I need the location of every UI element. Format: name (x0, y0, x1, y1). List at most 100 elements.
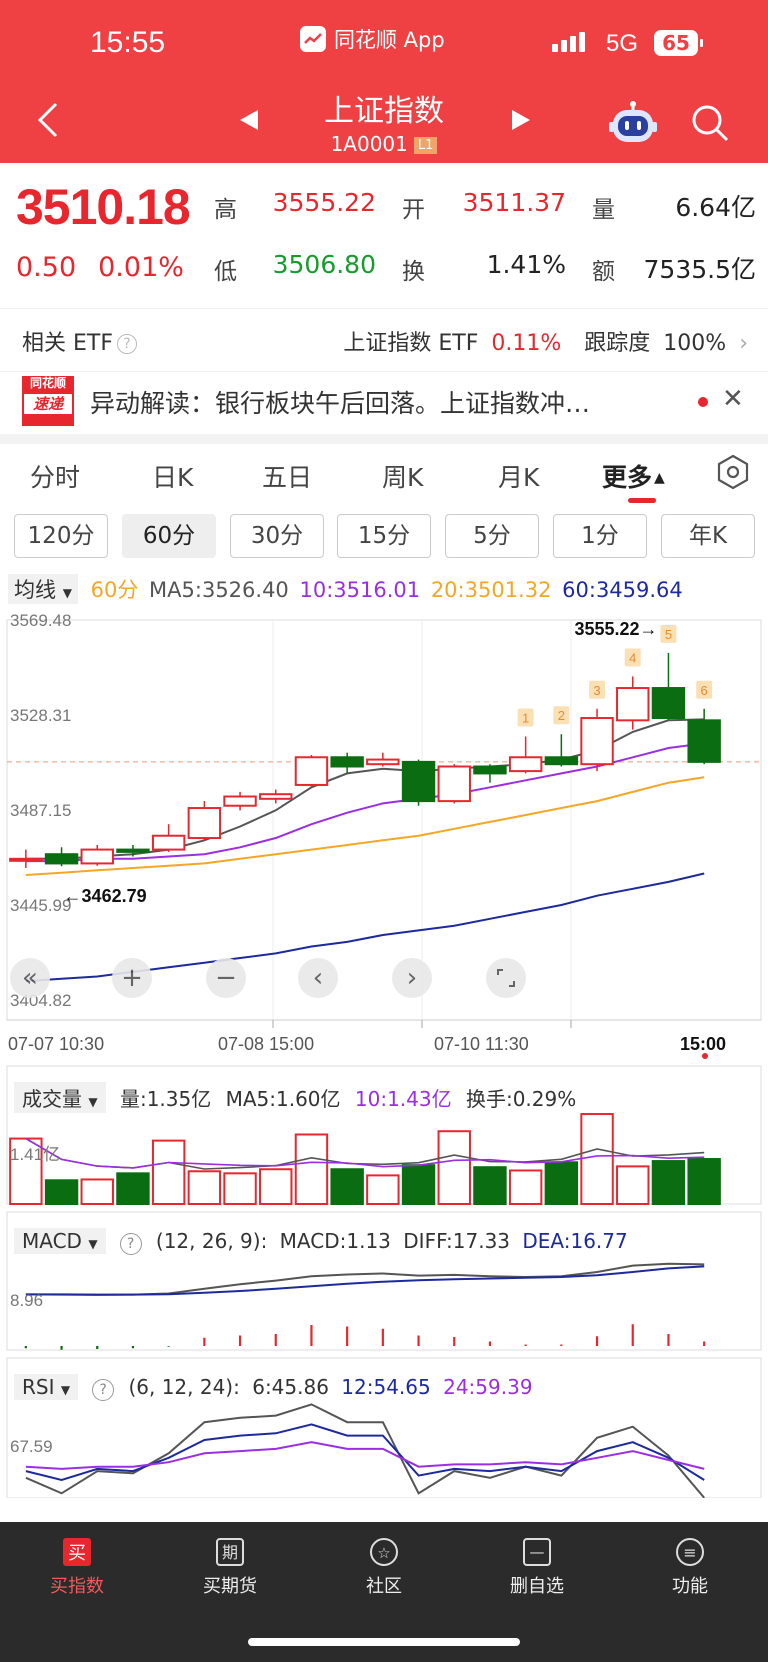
search-icon[interactable] (690, 103, 730, 147)
candle-up (508, 756, 543, 773)
nav-community[interactable]: ☆ 社区 (334, 1536, 434, 1598)
volume-bar-up (187, 1170, 222, 1205)
news-text[interactable]: 异动解读：银行板块午后回落。上证指数冲… (90, 384, 670, 420)
volume-bar-down (544, 1161, 579, 1205)
etf-info: 上证指数 ETF 0.11% 跟踪度 100% › (343, 325, 748, 357)
tab-intraday[interactable]: 分时 (30, 458, 80, 494)
volume-bar-up (80, 1178, 114, 1206)
volume-bar-up (366, 1174, 400, 1206)
rsi-selector[interactable]: RSI ▼ (14, 1374, 79, 1400)
home-indicator (248, 1638, 520, 1646)
help-icon[interactable]: ? (119, 1233, 142, 1255)
futures-icon: 期 (214, 1536, 246, 1568)
y-tick-label: 3445.99 (10, 896, 71, 915)
tab-monthly-k[interactable]: 月K (498, 458, 539, 494)
unread-dot (698, 397, 708, 407)
scroll-left-icon[interactable]: ‹ (298, 958, 338, 998)
track-label: 跟踪度 (584, 331, 651, 356)
current-price: 3510.18 (16, 179, 191, 235)
period-15min[interactable]: 15分 (337, 514, 431, 558)
macd-legend: MACD ▼? (12, 26, 9): MACD:1.13 DIFF:17.3… (14, 1228, 628, 1255)
volume-ma5: MA5:1.60亿 (225, 1087, 341, 1111)
app-logo-icon (300, 26, 326, 52)
collapse-left-icon[interactable]: « (10, 958, 50, 998)
chart-tabs: 分时 日K 五日 周K 月K 更多 ▲ (0, 446, 768, 506)
candle-down (544, 756, 579, 766)
nav-buy-futures-label: 买期货 (203, 1576, 257, 1597)
next-index-button[interactable] (510, 108, 532, 136)
candle-down (330, 756, 364, 768)
period-60min[interactable]: 60分 (122, 514, 216, 558)
candle-down (44, 853, 79, 865)
period-30min[interactable]: 30分 (230, 514, 324, 558)
tab-more[interactable]: 更多 ▲ (602, 458, 665, 494)
volume-selector[interactable]: 成交量 ▼ (14, 1082, 106, 1113)
volume-bar-down (401, 1164, 436, 1206)
candle-up (366, 758, 400, 766)
chevron-right-icon: › (739, 331, 748, 356)
rsi6-value: 6:45.86 (252, 1375, 329, 1399)
status-time: 15:55 (90, 26, 166, 59)
candle-up (223, 795, 257, 807)
close-icon[interactable]: ✕ (722, 384, 744, 414)
k-line-chart[interactable]: 3569.483528.313487.153445.993404.821 2345… (0, 598, 768, 1498)
event-marker-label: 2 (558, 708, 565, 723)
volume-bar-down (330, 1168, 364, 1205)
period-5min[interactable]: 5分 (445, 514, 539, 558)
volume-value: 6.64亿 (675, 193, 756, 222)
help-icon[interactable]: ? (92, 1379, 115, 1401)
max-price-annotation: 3555.22→ (574, 619, 657, 639)
nav-buy-index-label: 买指数 (50, 1576, 104, 1597)
diff-value: DIFF:17.33 (403, 1229, 511, 1253)
volume-bar-down (687, 1158, 721, 1205)
news-logo-bottom: 速递 (24, 394, 72, 414)
candle-up (151, 834, 186, 851)
tab-five-day[interactable]: 五日 (262, 458, 312, 494)
nav-remove-watchlist[interactable]: — 删自选 (487, 1536, 587, 1598)
macd-diff-line (25, 1262, 705, 1296)
help-icon[interactable]: ? (117, 334, 137, 354)
tab-weekly-k[interactable]: 周K (382, 458, 423, 494)
volume-tick-label: 1.41亿 (10, 1145, 60, 1164)
settings-icon[interactable] (716, 454, 750, 494)
high-value: 3555.22 (272, 188, 376, 217)
index-code-text: 1A0001 (330, 132, 408, 156)
fullscreen-icon[interactable] (486, 958, 526, 998)
news-ticker[interactable]: 同花顺 速递 异动解读：银行板块午后回落。上证指数冲… ✕ (0, 372, 768, 434)
related-etf-row[interactable]: 相关 ETF? 上证指数 ETF 0.11% 跟踪度 100% › (0, 308, 768, 372)
nav-buy-futures[interactable]: 期 买期货 (180, 1536, 280, 1598)
volume-bar-up (580, 1113, 614, 1205)
tab-more-label: 更多 (602, 463, 653, 492)
candle-down (116, 848, 150, 853)
candle-up (9, 857, 43, 862)
volume-bar-up (259, 1168, 293, 1205)
candle-up (580, 717, 614, 766)
community-icon-glyph: ☆ (377, 1544, 390, 1562)
rsi-params: (6, 12, 24): (128, 1375, 240, 1399)
amount-value: 7535.5亿 (643, 255, 756, 284)
zoom-in-icon[interactable]: + (112, 958, 152, 998)
y-tick-label: 3569.48 (10, 611, 71, 630)
period-year-k[interactable]: 年K (661, 514, 755, 558)
zoom-out-icon[interactable]: − (206, 958, 246, 998)
nav-buy-index[interactable]: 买 买指数 (27, 1536, 127, 1598)
period-120min[interactable]: 120分 (14, 514, 108, 558)
change-value: 0.50 (16, 252, 77, 283)
volume-current: 量:1.35亿 (119, 1087, 212, 1111)
macd-selector[interactable]: MACD ▼ (14, 1228, 106, 1254)
period-1min[interactable]: 1分 (553, 514, 647, 558)
assistant-robot-icon[interactable] (608, 100, 658, 148)
event-marker-label: 6 (701, 683, 708, 698)
open-value: 3511.37 (462, 188, 566, 217)
app-name: 同花顺 App (334, 28, 445, 52)
volume-bar-up (223, 1172, 257, 1205)
tab-daily-k[interactable]: 日K (152, 458, 193, 494)
scroll-right-icon[interactable]: › (392, 958, 432, 998)
low-label: 低 (214, 259, 237, 285)
dea-value: DEA:16.77 (522, 1229, 628, 1253)
ma20-line (25, 776, 705, 876)
volume-bar-down (651, 1160, 686, 1205)
rsi24-line (25, 1441, 705, 1470)
rsi6-line (25, 1403, 705, 1498)
nav-functions[interactable]: ≡ 功能 (640, 1536, 740, 1598)
